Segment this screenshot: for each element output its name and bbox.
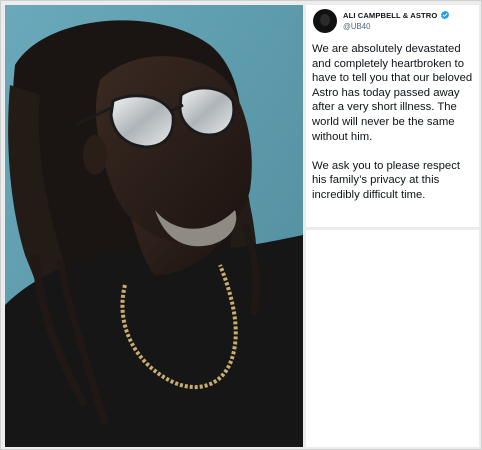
- tweet-header: ALI CAMPBELL & ASTRO @UB40: [343, 10, 475, 31]
- portrait-photo: [5, 5, 303, 447]
- avatar[interactable]: [313, 9, 337, 33]
- empty-panel: [306, 230, 479, 447]
- tweet-card[interactable]: ALI CAMPBELL & ASTRO @UB40 We are absolu…: [306, 5, 479, 227]
- handle[interactable]: @UB40: [343, 22, 475, 31]
- display-name[interactable]: ALI CAMPBELL & ASTRO: [343, 11, 437, 20]
- tweet-paragraph-1: We are absolutely devastated and complet…: [312, 43, 473, 143]
- avatar-face-icon: [320, 14, 330, 26]
- name-row: ALI CAMPBELL & ASTRO: [343, 10, 475, 20]
- verified-icon: [441, 10, 450, 20]
- collage-frame: ALI CAMPBELL & ASTRO @UB40 We are absolu…: [0, 0, 482, 450]
- portrait-illustration: [5, 5, 303, 447]
- tweet-body: We are absolutely devastated and complet…: [312, 42, 476, 203]
- tweet-paragraph-2: We ask you to please respect his family’…: [312, 159, 460, 201]
